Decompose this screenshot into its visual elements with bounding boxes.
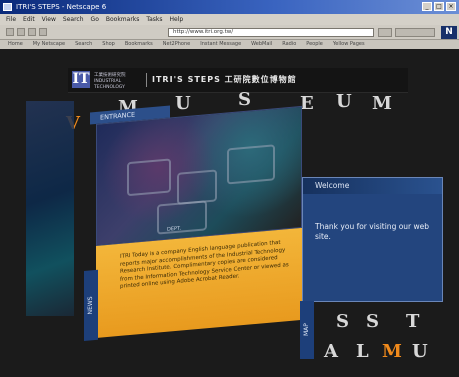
itri-logo-text: 工業技術研究院 INDUSTRIAL TECHNOLOGY <box>94 73 126 90</box>
image-caption: DEPT. <box>167 225 182 233</box>
menu-help[interactable]: Help <box>169 14 183 25</box>
window-controls: _ □ × <box>422 2 456 11</box>
close-button[interactable]: × <box>446 2 456 11</box>
bg-letter: T <box>406 311 420 332</box>
bg-letter: S <box>336 311 349 332</box>
map-tab[interactable]: MAP <box>300 301 314 359</box>
bg-letter: S <box>366 311 379 332</box>
itri-logo[interactable]: IT <box>72 71 90 88</box>
bookmark-item[interactable]: My Netscape <box>33 40 65 49</box>
window-title-bar: ITRI'S STEPS - Netscape 6 _ □ × <box>0 0 459 14</box>
netscape-logo-icon: N <box>441 26 457 39</box>
hex-tile <box>127 158 171 197</box>
bookmark-item[interactable]: Bookmarks <box>125 40 153 49</box>
menu-view[interactable]: View <box>42 14 56 25</box>
site-title: ITRI'S STEPS 工研院數位博物館 <box>152 75 297 84</box>
menu-file[interactable]: File <box>6 14 16 25</box>
bg-letter: M <box>372 93 392 114</box>
forward-icon[interactable] <box>17 28 25 36</box>
entrance-image[interactable]: DEPT. <box>96 105 302 246</box>
bg-letter: E <box>300 93 314 114</box>
maximize-button[interactable]: □ <box>434 2 444 11</box>
entrance-panel[interactable]: ENTRANCE DEPT. ITRI Today is a company E… <box>84 94 302 358</box>
go-button[interactable] <box>378 28 392 37</box>
header-divider <box>146 73 147 87</box>
bg-letter: L <box>356 341 369 362</box>
bookmark-item[interactable]: People <box>306 40 323 49</box>
bookmark-item[interactable]: Home <box>8 40 23 49</box>
nav-buttons <box>6 28 47 36</box>
hex-tile <box>227 144 275 185</box>
bg-letter: U <box>336 91 352 112</box>
stop-icon[interactable] <box>39 28 47 36</box>
navigation-toolbar: http://www.itri.org.tw/ N <box>0 25 459 40</box>
bookmark-item[interactable]: Search <box>75 40 92 49</box>
menu-search[interactable]: Search <box>63 14 84 25</box>
welcome-header: Welcome <box>303 178 442 194</box>
side-image-strip <box>26 101 74 316</box>
bookmark-item[interactable]: Net2Phone <box>163 40 190 49</box>
menu-bookmarks[interactable]: Bookmarks <box>106 14 140 25</box>
bookmark-item[interactable]: Instant Message <box>200 40 241 49</box>
netscape-app-icon <box>3 3 12 11</box>
search-button[interactable] <box>395 28 435 37</box>
bookmarks-bar: Home My Netscape Search Shop Bookmarks N… <box>0 40 459 49</box>
bg-letter: A <box>324 341 338 362</box>
back-icon[interactable] <box>6 28 14 36</box>
welcome-card: Welcome Thank you for visiting our web s… <box>302 177 443 302</box>
menu-bar: File Edit View Search Go Bookmarks Tasks… <box>0 14 459 25</box>
hex-tile <box>177 169 217 205</box>
bg-letter-orange: M <box>382 341 402 362</box>
bookmark-item[interactable]: Radio <box>282 40 296 49</box>
info-text-box: ITRI Today is a company English language… <box>96 227 302 338</box>
welcome-text: Thank you for visiting our web site. <box>315 222 430 241</box>
bg-letter: U <box>412 341 428 362</box>
news-tab[interactable]: NEWS <box>84 269 98 341</box>
info-text: ITRI Today is a company English language… <box>120 239 289 290</box>
bookmark-item[interactable]: Shop <box>102 40 115 49</box>
hex-tile <box>157 200 207 235</box>
minimize-button[interactable]: _ <box>422 2 432 11</box>
menu-go[interactable]: Go <box>91 14 99 25</box>
window-title: ITRI'S STEPS - Netscape 6 <box>16 3 107 11</box>
bookmark-item[interactable]: Yellow Pages <box>333 40 365 49</box>
page-viewport: IT 工業技術研究院 INDUSTRIAL TECHNOLOGY ITRI'S … <box>0 49 459 377</box>
menu-tasks[interactable]: Tasks <box>146 14 162 25</box>
bookmark-item[interactable]: WebMail <box>251 40 272 49</box>
url-input[interactable]: http://www.itri.org.tw/ <box>168 28 374 37</box>
menu-edit[interactable]: Edit <box>23 14 35 25</box>
reload-icon[interactable] <box>28 28 36 36</box>
